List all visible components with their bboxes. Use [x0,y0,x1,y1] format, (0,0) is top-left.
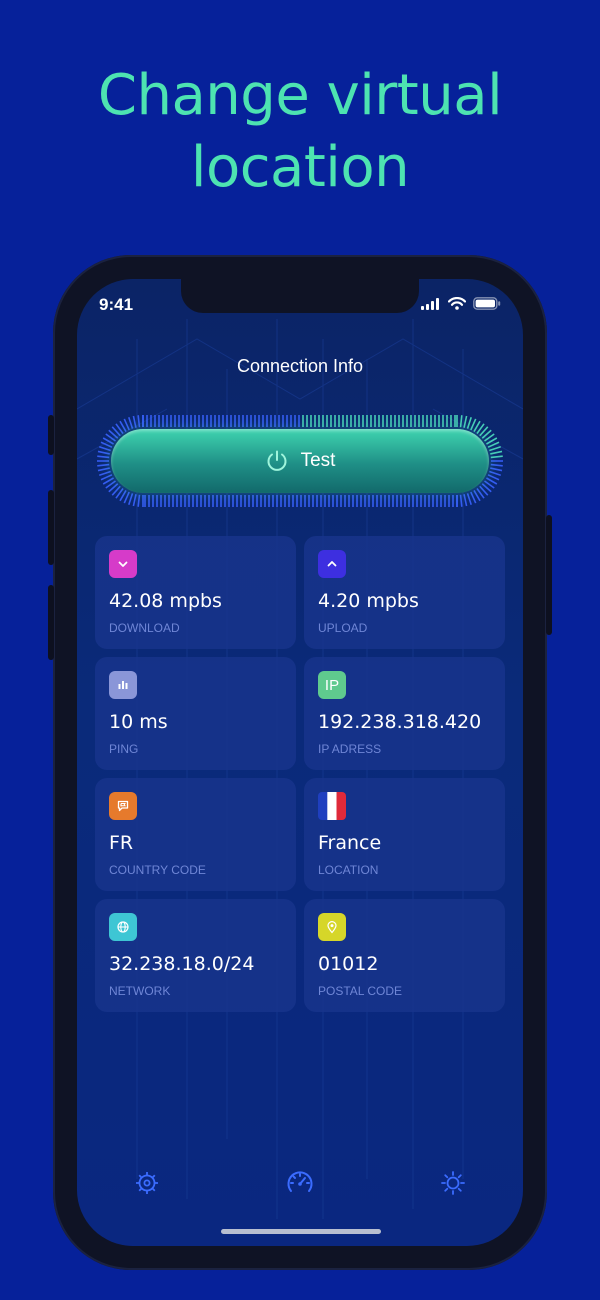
network-label: NETWORK [109,984,171,998]
chat-flag-icon [109,792,137,820]
atom-gear-icon [136,1172,158,1194]
status-icons [421,297,501,310]
location-pin-icon [318,913,346,941]
ping-label: PING [109,742,139,756]
headline: Change virtual location [0,60,600,204]
headline-line-1: Change virtual [97,63,503,128]
test-button[interactable]: Test [111,429,489,493]
home-indicator [221,1229,381,1234]
test-button-label: Test [300,450,336,471]
phone-screen: 9:41 Connection Info Test 42.08 mpbs DOW… [77,279,523,1246]
download-value: 42.08 mpbs [109,590,222,612]
bar-chart-icon [109,671,137,699]
ip-badge-icon: IP [318,671,346,699]
vpn-tab[interactable] [131,1167,163,1199]
headline-line-2: location [190,135,410,200]
ip-address-label: IP ADRESS [318,742,382,756]
globe-icon [109,913,137,941]
wifi-icon [448,297,466,310]
status-time: 9:41 [99,295,134,314]
upload-card: 4.20 mpbs UPLOAD [304,536,505,649]
chevron-down-icon [109,550,137,578]
notch [181,279,419,313]
battery-icon [473,297,501,310]
location-card: France LOCATION [304,778,505,891]
power-button [546,515,552,635]
volume-down-button [48,585,54,660]
chevron-up-icon [318,550,346,578]
upload-value: 4.20 mpbs [318,590,419,612]
upload-label: UPLOAD [318,621,368,635]
mute-switch [48,415,54,455]
ping-card: 10 ms PING [95,657,296,770]
phone-frame: 9:41 Connection Info Test 42.08 mpbs DOW… [48,255,552,1270]
speedometer-icon [287,1171,313,1192]
app-store-screenshot: Change virtual location 9:41 Connection … [0,0,600,1300]
postal-code-card: 01012 POSTAL CODE [304,899,505,1012]
location-value: France [318,832,382,854]
ip-address-value: 192.238.318.420 [318,711,482,733]
screen-title: Connection Info [236,356,364,376]
ip-badge-text: IP [324,676,340,694]
france-flag-icon [318,792,346,820]
ip-address-card: IP 192.238.318.420 IP ADRESS [304,657,505,770]
settings-tab[interactable] [437,1167,469,1199]
postal-code-value: 01012 [318,953,379,975]
country-code-label: COUNTRY CODE [109,863,206,877]
connection-info-grid: 42.08 mpbs DOWNLOAD 4.20 mpbs UPLOAD 10 … [95,536,507,1012]
cellular-signal-icon [421,297,439,310]
network-value: 32.238.18.0/24 [109,953,255,975]
network-card: 32.238.18.0/24 NETWORK [95,899,296,1012]
power-icon [267,450,287,471]
speed-test-tab[interactable] [284,1167,316,1199]
ping-value: 10 ms [109,711,168,733]
download-card: 42.08 mpbs DOWNLOAD [95,536,296,649]
download-label: DOWNLOAD [109,621,180,635]
bottom-tab-bar [77,1167,523,1207]
country-code-value: FR [109,832,134,854]
sun-gear-icon [441,1171,465,1195]
postal-code-label: POSTAL CODE [318,984,403,998]
country-code-card: FR COUNTRY CODE [95,778,296,891]
location-label: LOCATION [318,863,379,877]
volume-up-button [48,490,54,565]
